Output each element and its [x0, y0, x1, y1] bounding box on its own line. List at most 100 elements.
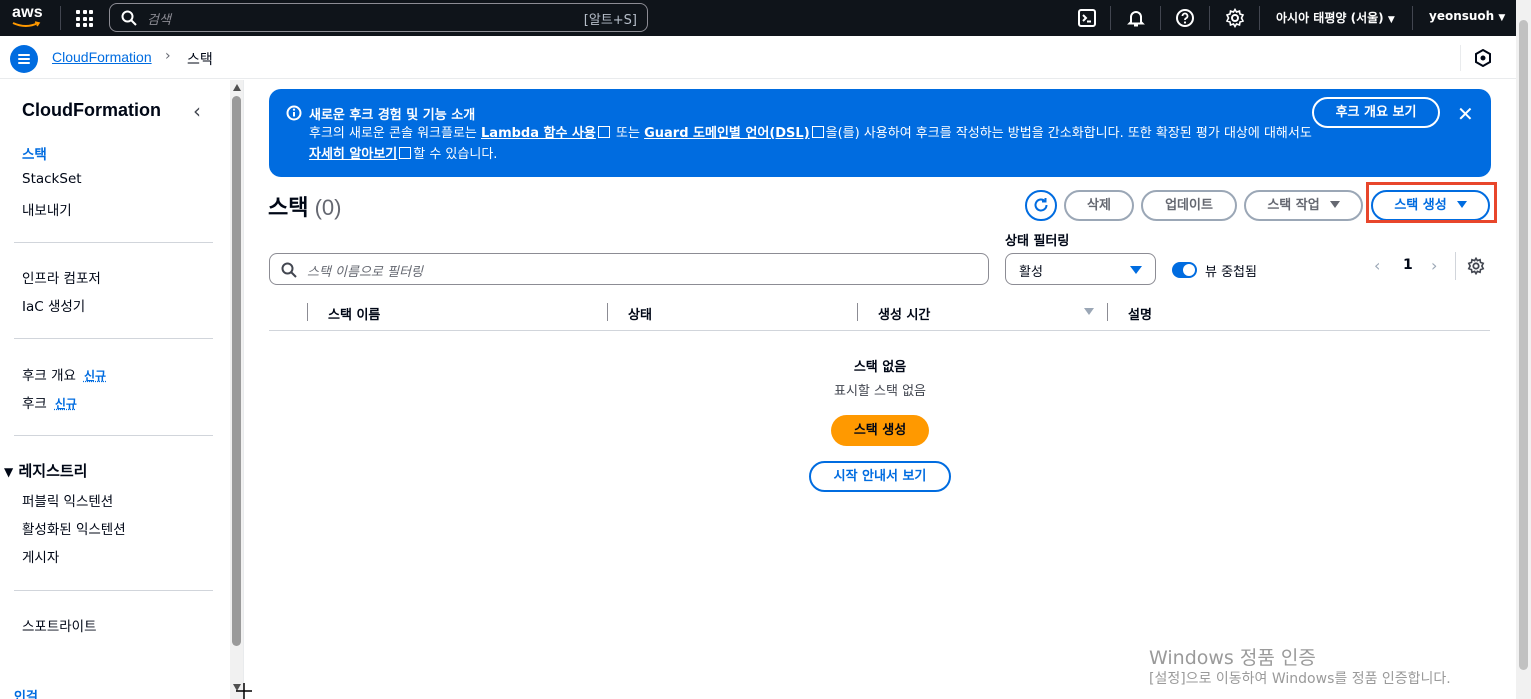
button-label: 스택 작업 [1267, 198, 1320, 213]
scroll-up-arrow-icon[interactable] [233, 84, 241, 91]
sidebar-item-public-extensions[interactable]: 퍼블릭 익스텐션 [22, 490, 113, 510]
windows-activation-text: [설정]으로 이동하여 Windows를 정품 인증합니다. [1149, 671, 1451, 687]
breadcrumb-cloudformation[interactable]: CloudFormation [52, 49, 152, 65]
search-icon [121, 10, 137, 26]
select-value: 활성 [1019, 265, 1043, 280]
sidebar-item-stackset[interactable]: StackSet [22, 171, 82, 187]
global-search-input[interactable]: 검색 [알트+S] [109, 3, 648, 32]
status-filter-select[interactable]: 활성 [1005, 253, 1156, 285]
flash-text: 할 수 있습니다. [413, 147, 498, 162]
section-label: 레지스트리 [18, 462, 88, 480]
help-icon[interactable] [1175, 8, 1195, 28]
delete-button[interactable]: 삭제 [1064, 190, 1134, 221]
divider [14, 590, 213, 591]
sidebar-item-spotlight[interactable]: 스포트라이트 [22, 615, 97, 635]
column-header-created-time[interactable]: 생성 시간 [878, 304, 930, 323]
nested-view-toggle[interactable] [1172, 262, 1197, 278]
caret-down-icon [1329, 201, 1340, 208]
flash-text: 후크의 새로운 콘솔 워크플로는 [309, 126, 482, 141]
breadcrumb-current: 스택 [187, 52, 213, 68]
flash-title: 새로운 후크 경험 및 기능 소개 [309, 108, 476, 123]
chevron-left-icon[interactable]: ‹ [193, 99, 201, 123]
region-label: 아시아 태평양 (서울) [1276, 11, 1384, 25]
refresh-icon [1034, 198, 1048, 212]
nav-divider [60, 6, 61, 30]
update-button[interactable]: 업데이트 [1141, 190, 1237, 221]
chevron-right-icon: › [165, 48, 171, 64]
region-selector[interactable]: 아시아 태평양 (서울) ▼ [1276, 9, 1395, 26]
highlight-box [1366, 182, 1497, 223]
nav-divider [1209, 6, 1210, 30]
empty-create-stack-button[interactable]: 스택 생성 [831, 415, 929, 446]
divider [14, 338, 213, 339]
sidebar-item-iac-generator[interactable]: IaC 생성기 [22, 295, 85, 315]
lambda-link[interactable]: Lambda 함수 사용 [481, 126, 596, 141]
hexagon-icon[interactable] [1475, 49, 1491, 67]
close-icon[interactable]: ✕ [1457, 102, 1474, 126]
sort-descending-icon[interactable] [1084, 308, 1094, 315]
top-navigation: aws 검색 [알트+S] 아시아 태평양 (서울) ▼ yeonsuoh ▼ [0, 0, 1516, 36]
column-header-stack-name[interactable]: 스택 이름 [328, 304, 380, 323]
page-scrollbar[interactable] [1516, 0, 1531, 699]
search-icon [281, 262, 297, 278]
caret-down-icon: ▼ [4, 465, 14, 479]
view-hooks-overview-button[interactable]: 후크 개요 보기 [1312, 97, 1440, 128]
sidebar-section-registry[interactable]: ▼ 레지스트리 [4, 460, 87, 481]
external-link-icon [811, 126, 824, 138]
account-menu[interactable]: yeonsuoh ▼ [1429, 9, 1505, 23]
sidebar-item-cutoff[interactable]: 인걸 [14, 686, 38, 699]
info-flashbar: 새로운 후크 경험 및 기능 소개 후크의 새로운 콘솔 워크플로는 Lambd… [269, 89, 1491, 177]
sidebar-item-infra-composer[interactable]: 인프라 컴포저 [22, 267, 101, 287]
windows-activation-title: Windows 정품 인증 [1149, 647, 1316, 669]
column-divider [307, 303, 308, 321]
aws-logo-text: aws [12, 4, 43, 21]
nav-divider [1412, 6, 1413, 30]
page-title: 스택 (0) [268, 190, 342, 222]
learn-more-link[interactable]: 자세히 알아보기 [309, 147, 397, 162]
sidebar-item-activated-extensions[interactable]: 활성화된 익스텐션 [22, 518, 126, 538]
grid-icon[interactable] [74, 8, 94, 28]
stack-actions-button[interactable]: 스택 작업 [1244, 190, 1363, 221]
chevron-right-icon[interactable]: › [1431, 256, 1437, 275]
column-divider [1107, 303, 1108, 321]
sidebar-item-stacks[interactable]: 스택 [22, 143, 47, 163]
flash-body: 후크의 새로운 콘솔 워크플로는 Lambda 함수 사용 또는 Guard 도… [309, 123, 1319, 165]
title-text: 스택 [268, 195, 309, 220]
settings-icon[interactable] [1225, 8, 1245, 28]
divider [14, 435, 213, 436]
page-number[interactable]: 1 [1403, 257, 1413, 273]
info-icon [286, 105, 302, 121]
nested-view-label: 뷰 중첩됨 [1205, 265, 1257, 280]
column-header-status[interactable]: 상태 [628, 304, 652, 323]
stack-count: (0) [314, 195, 342, 220]
nav-divider [1110, 6, 1111, 30]
guard-dsl-link[interactable]: Guard 도메인별 언어(DSL) [644, 126, 810, 141]
sidebar-item-exports[interactable]: 내보내기 [22, 199, 72, 219]
breadcrumb-bar: CloudFormation › 스택 [0, 37, 1516, 79]
search-shortcut: [알트+S] [583, 13, 637, 28]
column-divider [607, 303, 608, 321]
cloudshell-icon[interactable] [1077, 8, 1097, 28]
column-header-description[interactable]: 설명 [1128, 304, 1152, 323]
sidebar-item-publishers[interactable]: 게시자 [22, 546, 59, 566]
sidebar-title: CloudFormation [22, 100, 161, 120]
getting-started-guide-button[interactable]: 시작 안내서 보기 [809, 461, 951, 492]
flash-text: 을(를) 사용하여 후크를 작성하는 방법을 간소화합니다. 또한 확장된 평가… [825, 126, 1312, 141]
menu-toggle-button[interactable] [10, 45, 38, 73]
new-badge: 신규 [54, 397, 77, 411]
stack-name-filter-input[interactable]: 스택 이름으로 필터링 [269, 253, 989, 285]
settings-icon[interactable] [1467, 257, 1485, 275]
refresh-button[interactable] [1025, 190, 1057, 221]
external-link-icon [399, 147, 412, 159]
bell-icon[interactable] [1126, 8, 1146, 28]
scroll-thumb[interactable] [1519, 20, 1528, 670]
divider [1455, 252, 1456, 280]
nav-divider [1160, 6, 1161, 30]
aws-logo[interactable]: aws [10, 3, 46, 31]
crosshair-cursor-icon [236, 683, 252, 699]
empty-state-subtitle: 표시할 스택 없음 [834, 384, 926, 399]
status-filter-label: 상태 필터링 [1005, 234, 1070, 249]
external-link-icon [597, 126, 610, 138]
stacks-table-header: 스택 이름 상태 생성 시간 설명 [269, 296, 1490, 331]
chevron-left-icon[interactable]: ‹ [1374, 256, 1380, 275]
